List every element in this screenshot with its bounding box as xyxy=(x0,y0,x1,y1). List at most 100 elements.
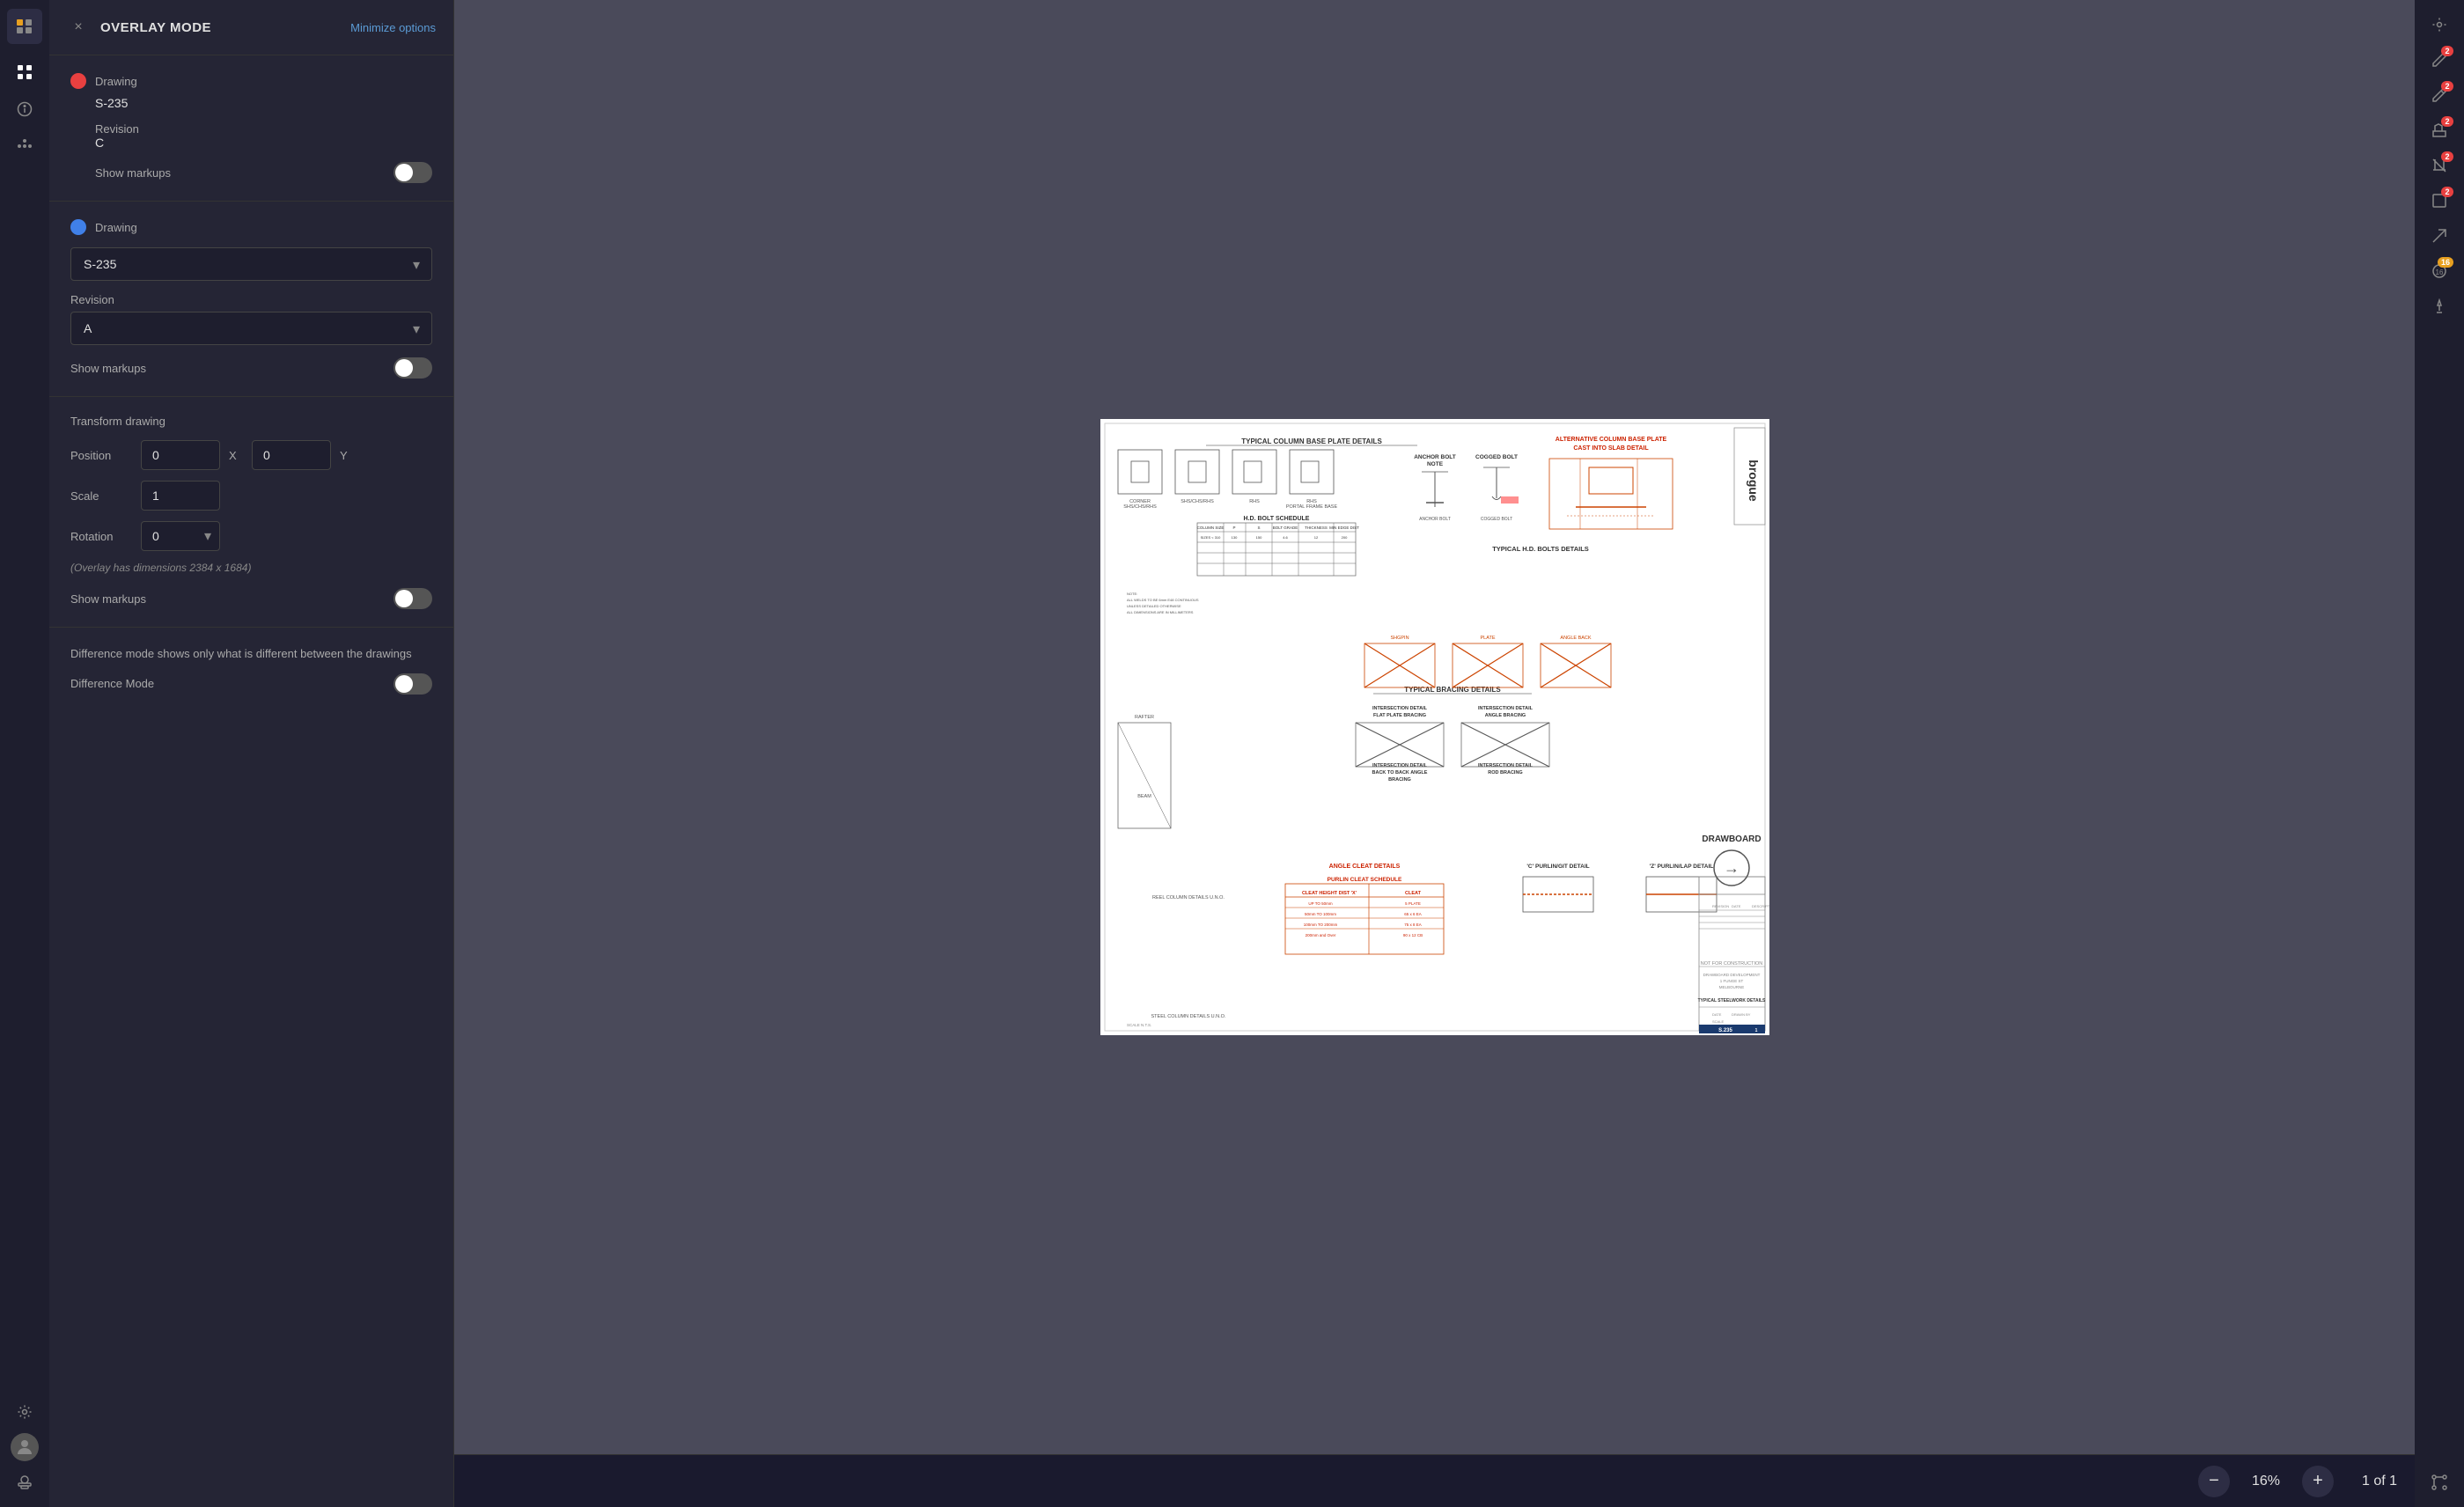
svg-text:ANGLE BACK: ANGLE BACK xyxy=(1560,636,1591,641)
svg-text:50mm TO 100mm: 50mm TO 100mm xyxy=(1304,912,1335,916)
svg-text:SIZES < 310: SIZES < 310 xyxy=(1200,535,1221,540)
diff-label: Difference Mode xyxy=(70,677,154,690)
svg-text:brogue: brogue xyxy=(1747,459,1761,502)
svg-text:→: → xyxy=(1724,859,1740,877)
svg-text:TYPICAL COLUMN BASE PLATE DETA: TYPICAL COLUMN BASE PLATE DETAILS xyxy=(1241,437,1382,445)
svg-text:FLAT PLATE BRACING: FLAT PLATE BRACING xyxy=(1373,713,1426,718)
transform-markups-label: Show markups xyxy=(70,592,146,606)
svg-text:1 FUNGE ST: 1 FUNGE ST xyxy=(1719,979,1743,983)
svg-text:'Z' PURLIN/LAP DETAIL: 'Z' PURLIN/LAP DETAIL xyxy=(1649,864,1713,870)
overlay-panel: × OVERLAY MODE Minimize options Drawing … xyxy=(49,0,454,1507)
position-x-input[interactable] xyxy=(141,440,220,470)
svg-text:PORTAL FRAME BASE: PORTAL FRAME BASE xyxy=(1285,504,1337,510)
svg-text:COGGED BOLT: COGGED BOLT xyxy=(1480,517,1511,522)
rt-icon-pen-bottom[interactable] xyxy=(2424,290,2455,322)
drawing-section-1: Drawing S-235 Revision C Show markups xyxy=(49,55,453,202)
svg-text:BOLT GRADE: BOLT GRADE xyxy=(1272,526,1298,530)
drawing-1-markups-toggle[interactable] xyxy=(394,162,432,183)
drawing-sheet: TYPICAL COLUMN BASE PLATE DETAILS CORNER… xyxy=(1100,419,1769,1035)
sidebar-icon-grid[interactable] xyxy=(9,56,40,88)
rotation-select[interactable]: 0 90 180 270 xyxy=(141,521,220,551)
svg-text:DRAWN BY: DRAWN BY xyxy=(1732,1012,1751,1017)
drawing-2-revision-section: Revision A B C xyxy=(70,293,432,345)
rt-icon-pencil-2[interactable]: 2 xyxy=(2424,79,2455,111)
minimize-link[interactable]: Minimize options xyxy=(350,21,436,34)
drawing-2-markups-toggle[interactable] xyxy=(394,357,432,379)
svg-text:H.D. BOLT SCHEDULE: H.D. BOLT SCHEDULE xyxy=(1243,516,1309,522)
rt-icon-arrow[interactable] xyxy=(2424,220,2455,252)
sidebar-icon-nodes[interactable] xyxy=(9,130,40,162)
svg-text:BRACING: BRACING xyxy=(1388,777,1411,783)
close-button[interactable]: × xyxy=(67,16,90,39)
position-label: Position xyxy=(70,449,132,462)
diff-row: Difference Mode xyxy=(70,673,432,695)
drawing-1-color-dot xyxy=(70,73,86,89)
svg-text:INTERSECTION DETAIL: INTERSECTION DETAIL xyxy=(1478,706,1534,711)
drawing-2-revision-select[interactable]: A B C xyxy=(70,312,432,345)
svg-text:THICKNESS: THICKNESS xyxy=(1305,526,1328,530)
svg-text:S: S xyxy=(1257,526,1260,530)
svg-text:UNLESS DETAILED OTHERWISE: UNLESS DETAILED OTHERWISE xyxy=(1127,604,1181,608)
drawing-2-markups-label: Show markups xyxy=(70,362,146,375)
svg-text:150: 150 xyxy=(1255,535,1261,540)
svg-text:RHS: RHS xyxy=(1249,499,1260,504)
drawing-2-select[interactable]: S-235 xyxy=(70,247,432,281)
svg-text:REVISION: REVISION xyxy=(1712,904,1729,908)
left-sidebar xyxy=(0,0,49,1507)
svg-text:INTERSECTION DETAIL: INTERSECTION DETAIL xyxy=(1478,763,1534,768)
rt-icon-crop[interactable]: 2 xyxy=(2424,150,2455,181)
transform-markups-toggle[interactable] xyxy=(394,588,432,609)
rt-icon-number[interactable]: 16 16 xyxy=(2424,255,2455,287)
rt-icon-pencil-3[interactable]: 2 xyxy=(2424,114,2455,146)
svg-text:16: 16 xyxy=(2436,268,2444,276)
svg-text:MELBOURNE: MELBOURNE xyxy=(1718,985,1744,989)
sidebar-icon-stamp[interactable] xyxy=(9,1467,40,1498)
zoom-level-display: 16% xyxy=(2244,1474,2288,1489)
zoom-in-button[interactable]: + xyxy=(2302,1466,2334,1497)
svg-text:DESCRIPTION: DESCRIPTION xyxy=(1752,904,1769,908)
user-avatar[interactable] xyxy=(11,1433,39,1461)
svg-text:BACK TO BACK ANGLE: BACK TO BACK ANGLE xyxy=(1372,770,1427,776)
drawing-2-label: Drawing xyxy=(95,221,137,234)
transform-title: Transform drawing xyxy=(70,415,432,428)
rt-icon-pencil-1[interactable]: 2 xyxy=(2424,44,2455,76)
app-logo[interactable] xyxy=(7,9,42,44)
svg-text:'C' PURLIN/GIT DETAIL: 'C' PURLIN/GIT DETAIL xyxy=(1526,864,1589,870)
diff-description: Difference mode shows only what is diffe… xyxy=(70,645,432,663)
sidebar-icon-info[interactable] xyxy=(9,93,40,125)
overlay-title: OVERLAY MODE xyxy=(100,20,340,35)
rt-badge-pencil-1: 2 xyxy=(2441,46,2453,56)
sidebar-icon-settings[interactable] xyxy=(9,1396,40,1428)
svg-text:ANGLE CLEAT DETAILS: ANGLE CLEAT DETAILS xyxy=(1328,864,1400,870)
svg-text:1: 1 xyxy=(1754,1028,1757,1033)
svg-text:90 x 12 CB: 90 x 12 CB xyxy=(1402,933,1422,937)
zoom-out-button[interactable]: − xyxy=(2198,1466,2230,1497)
rotation-row: Rotation 0 90 180 270 xyxy=(70,521,432,551)
svg-text:NOTE: NOTE xyxy=(1426,461,1443,467)
rt-badge-pencil-2: 2 xyxy=(2441,81,2453,92)
rt-icon-square[interactable]: 2 xyxy=(2424,185,2455,217)
diff-mode-toggle[interactable] xyxy=(394,673,432,695)
svg-text:SCALE: SCALE xyxy=(1712,1019,1724,1024)
position-y-input[interactable] xyxy=(252,440,331,470)
right-toolbar: 2 2 2 2 2 16 16 xyxy=(2415,0,2464,1507)
svg-text:DRAWBOARD: DRAWBOARD xyxy=(1702,834,1761,844)
svg-text:MIN EDGE DIST: MIN EDGE DIST xyxy=(1329,526,1359,530)
svg-text:DRAWBOARD DEVELOPMENT: DRAWBOARD DEVELOPMENT xyxy=(1703,973,1760,977)
rt-icon-settings[interactable] xyxy=(2424,9,2455,40)
svg-text:PURLIN CLEAT SCHEDULE: PURLIN CLEAT SCHEDULE xyxy=(1327,877,1401,883)
drawing-canvas[interactable]: TYPICAL COLUMN BASE PLATE DETAILS CORNER… xyxy=(454,0,2415,1454)
position-row: Position X Y xyxy=(70,440,432,470)
rt-icon-transform[interactable] xyxy=(2424,1467,2455,1498)
svg-text:ALL WELDS TO BE 6mm E48 CONTIN: ALL WELDS TO BE 6mm E48 CONTINUOUS xyxy=(1127,598,1199,602)
svg-text:ROD BRACING: ROD BRACING xyxy=(1488,770,1522,776)
svg-text:INTERSECTION DETAIL: INTERSECTION DETAIL xyxy=(1372,763,1428,768)
svg-text:CLEAT HEIGHT DIST 'X': CLEAT HEIGHT DIST 'X' xyxy=(1301,891,1357,896)
scale-row: Scale xyxy=(70,481,432,511)
scale-input[interactable] xyxy=(141,481,220,511)
drawing-1-label: Drawing xyxy=(95,75,137,88)
svg-text:P: P xyxy=(1232,526,1235,530)
svg-text:SCALE N.T.S.: SCALE N.T.S. xyxy=(1127,1023,1151,1027)
overlay-content: Drawing S-235 Revision C Show markups Dr… xyxy=(49,55,453,1507)
svg-text:DATE: DATE xyxy=(1712,1012,1722,1017)
